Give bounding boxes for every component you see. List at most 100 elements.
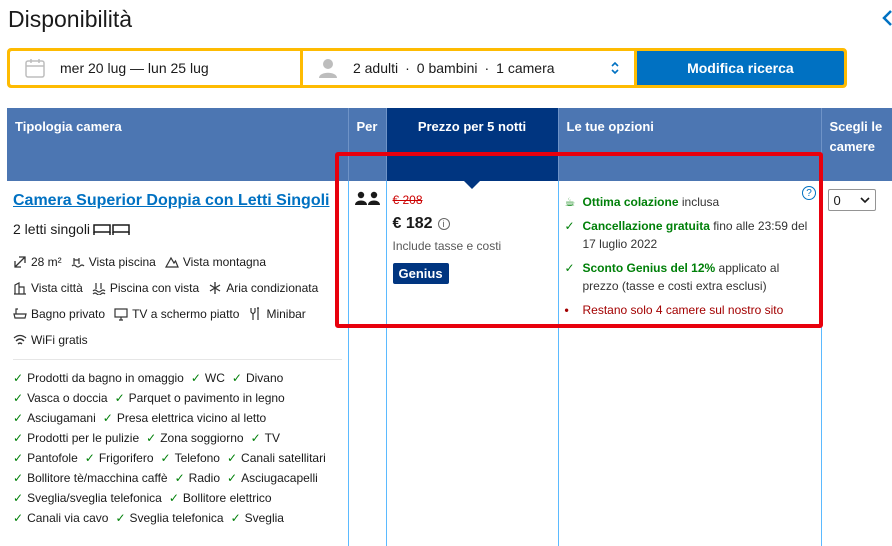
amenity-item: ✓ Canali satellitari bbox=[227, 448, 326, 468]
amenity-label: WC bbox=[204, 371, 225, 385]
bath-icon bbox=[13, 308, 27, 319]
scarcity-option: • Restano solo 4 camere sul nostro sito bbox=[565, 301, 815, 319]
divider bbox=[13, 359, 342, 360]
check-icon: ✓ bbox=[564, 261, 575, 275]
amenity-item: ✓ Frigorifero bbox=[85, 448, 154, 468]
amenities-list: ✓ Prodotti da bagno in omaggio ✓ WC ✓ Divano ✓… bbox=[13, 368, 342, 528]
amenity-label: Presa elettrica vicino al letto bbox=[116, 411, 267, 425]
amenity-label: Prodotti per le pulizie bbox=[27, 431, 140, 445]
amenity-label: Vasca o doccia bbox=[27, 391, 108, 405]
facility-label: 28 m² bbox=[31, 255, 62, 269]
rooms-count: 1 camera bbox=[496, 60, 555, 76]
amenity-item: ✓ Prodotti per le pulizie bbox=[13, 428, 139, 448]
check-icon: ✓ bbox=[231, 371, 242, 385]
amenity-item: ✓ Sveglia bbox=[231, 508, 284, 528]
adults-count: 2 adulti bbox=[352, 60, 399, 76]
facility-item: Aria condizionata bbox=[208, 275, 318, 301]
facility-label: Piscina con vista bbox=[109, 281, 200, 295]
room-count-select[interactable]: 0 bbox=[827, 189, 876, 211]
children-count: 0 bambini bbox=[416, 60, 478, 76]
check-icon: ✓ bbox=[13, 451, 24, 465]
occupancy-cell bbox=[348, 181, 387, 546]
date-range: mer 20 lug — lun 25 lug bbox=[60, 60, 209, 76]
amenity-item: ✓ Bollitore elettrico bbox=[169, 488, 272, 508]
cup-icon: ☕ bbox=[564, 195, 576, 209]
current-price: € 182 i bbox=[393, 215, 552, 233]
check-icon: ✓ bbox=[174, 471, 185, 485]
check-icon: ✓ bbox=[13, 471, 24, 485]
facility-item: 28 m² bbox=[13, 249, 62, 275]
rooms-table: Tipologia camera Per Prezzo per 5 notti … bbox=[7, 108, 892, 546]
choose-cell: 0 bbox=[821, 181, 892, 546]
old-price: € 208 bbox=[392, 193, 423, 207]
header-options: Le tue opzioni bbox=[558, 108, 822, 181]
mountain-icon bbox=[164, 256, 179, 268]
amenity-item: ✓ Presa elettrica vicino al letto bbox=[103, 408, 266, 428]
facility-item: Piscina con vista bbox=[92, 275, 199, 301]
facility-item: Bagno privato bbox=[13, 301, 105, 327]
facility-label: Vista piscina bbox=[88, 255, 156, 269]
person-icon bbox=[318, 59, 337, 78]
room-name-link[interactable]: Camera Superior Doppia con Letti Singoli bbox=[13, 190, 342, 211]
check-icon: ✓ bbox=[114, 391, 125, 405]
amenity-label: Pantofole bbox=[27, 451, 78, 465]
city-icon bbox=[14, 282, 26, 295]
facility-label: TV a schermo piatto bbox=[132, 307, 240, 321]
breakfast-rest: inclusa bbox=[678, 195, 720, 209]
check-icon: ✓ bbox=[84, 451, 95, 465]
amenity-item: ✓ Radio bbox=[175, 468, 220, 488]
guests-field[interactable]: 2 adulti · 0 bambini · 1 camera bbox=[302, 51, 634, 85]
genius-option: ✓ Sconto Genius del 12% applicato al pre… bbox=[565, 259, 815, 295]
cancel-bold: Cancellazione gratuita bbox=[582, 219, 710, 233]
header-price-label: Prezzo per 5 notti bbox=[417, 119, 527, 134]
facilities-list: 28 m² Vista piscina Vista montagna Vista ci… bbox=[13, 249, 342, 353]
price-header-notch bbox=[463, 180, 481, 189]
minibar-icon bbox=[250, 307, 260, 320]
scarcity-text: Restano solo 4 camere sul nostro sito bbox=[582, 303, 784, 317]
wifi-icon bbox=[13, 334, 27, 345]
check-icon: ✓ bbox=[102, 411, 113, 425]
header-per: Per bbox=[348, 108, 387, 181]
tv-icon bbox=[114, 308, 128, 321]
date-field[interactable]: mer 20 lug — lun 25 lug bbox=[10, 51, 300, 85]
amenity-item: ✓ Asciugacapelli bbox=[227, 468, 318, 488]
check-icon: ✓ bbox=[230, 511, 241, 525]
amenity-label: TV bbox=[264, 431, 280, 445]
amenity-item: ✓ WC bbox=[191, 368, 225, 388]
check-icon: ✓ bbox=[226, 451, 238, 465]
check-icon: ✓ bbox=[564, 219, 575, 233]
header-room-type: Tipologia camera bbox=[7, 108, 349, 181]
modify-search-button[interactable]: Modifica ricerca bbox=[636, 51, 844, 85]
two-persons-icon bbox=[354, 191, 380, 205]
help-icon[interactable]: ? bbox=[802, 186, 816, 200]
amenity-item: ✓ TV bbox=[251, 428, 280, 448]
breakfast-option: ☕ Ottima colazione inclusa bbox=[565, 193, 815, 211]
facility-item: Minibar bbox=[248, 301, 306, 327]
pool-icon bbox=[92, 283, 106, 295]
amenity-label: Bollitore elettrico bbox=[182, 491, 272, 505]
info-icon[interactable]: i bbox=[437, 218, 450, 230]
chevron-down-icon bbox=[859, 196, 870, 203]
facility-label: Aria condizionata bbox=[226, 281, 319, 295]
amenity-label: Sveglia bbox=[244, 511, 284, 525]
check-icon: ✓ bbox=[250, 431, 261, 445]
check-icon: ✓ bbox=[168, 491, 179, 505]
bullet-icon: • bbox=[564, 303, 569, 317]
chevron-left-icon[interactable] bbox=[878, 8, 892, 28]
facility-label: Bagno privato bbox=[31, 307, 106, 321]
amenity-item: ✓ Zona soggiorno bbox=[146, 428, 243, 448]
pool-view-icon bbox=[71, 258, 85, 268]
facility-item: TV a schermo piatto bbox=[114, 301, 239, 327]
current-price-value: € 182 bbox=[392, 215, 433, 232]
separator: · bbox=[484, 60, 490, 76]
check-icon: ✓ bbox=[13, 371, 24, 385]
check-icon: ✓ bbox=[146, 431, 157, 445]
check-icon: ✓ bbox=[227, 471, 238, 485]
amenity-item: ✓ Vasca o doccia bbox=[13, 388, 108, 408]
genius-bold: Sconto Genius del 12% bbox=[582, 261, 716, 275]
check-icon: ✓ bbox=[190, 371, 201, 385]
snowflake-icon bbox=[209, 282, 221, 294]
amenity-label: Canali satellitari bbox=[241, 451, 326, 465]
amenity-label: Frigorifero bbox=[98, 451, 154, 465]
updown-chevron-icon bbox=[611, 61, 619, 75]
